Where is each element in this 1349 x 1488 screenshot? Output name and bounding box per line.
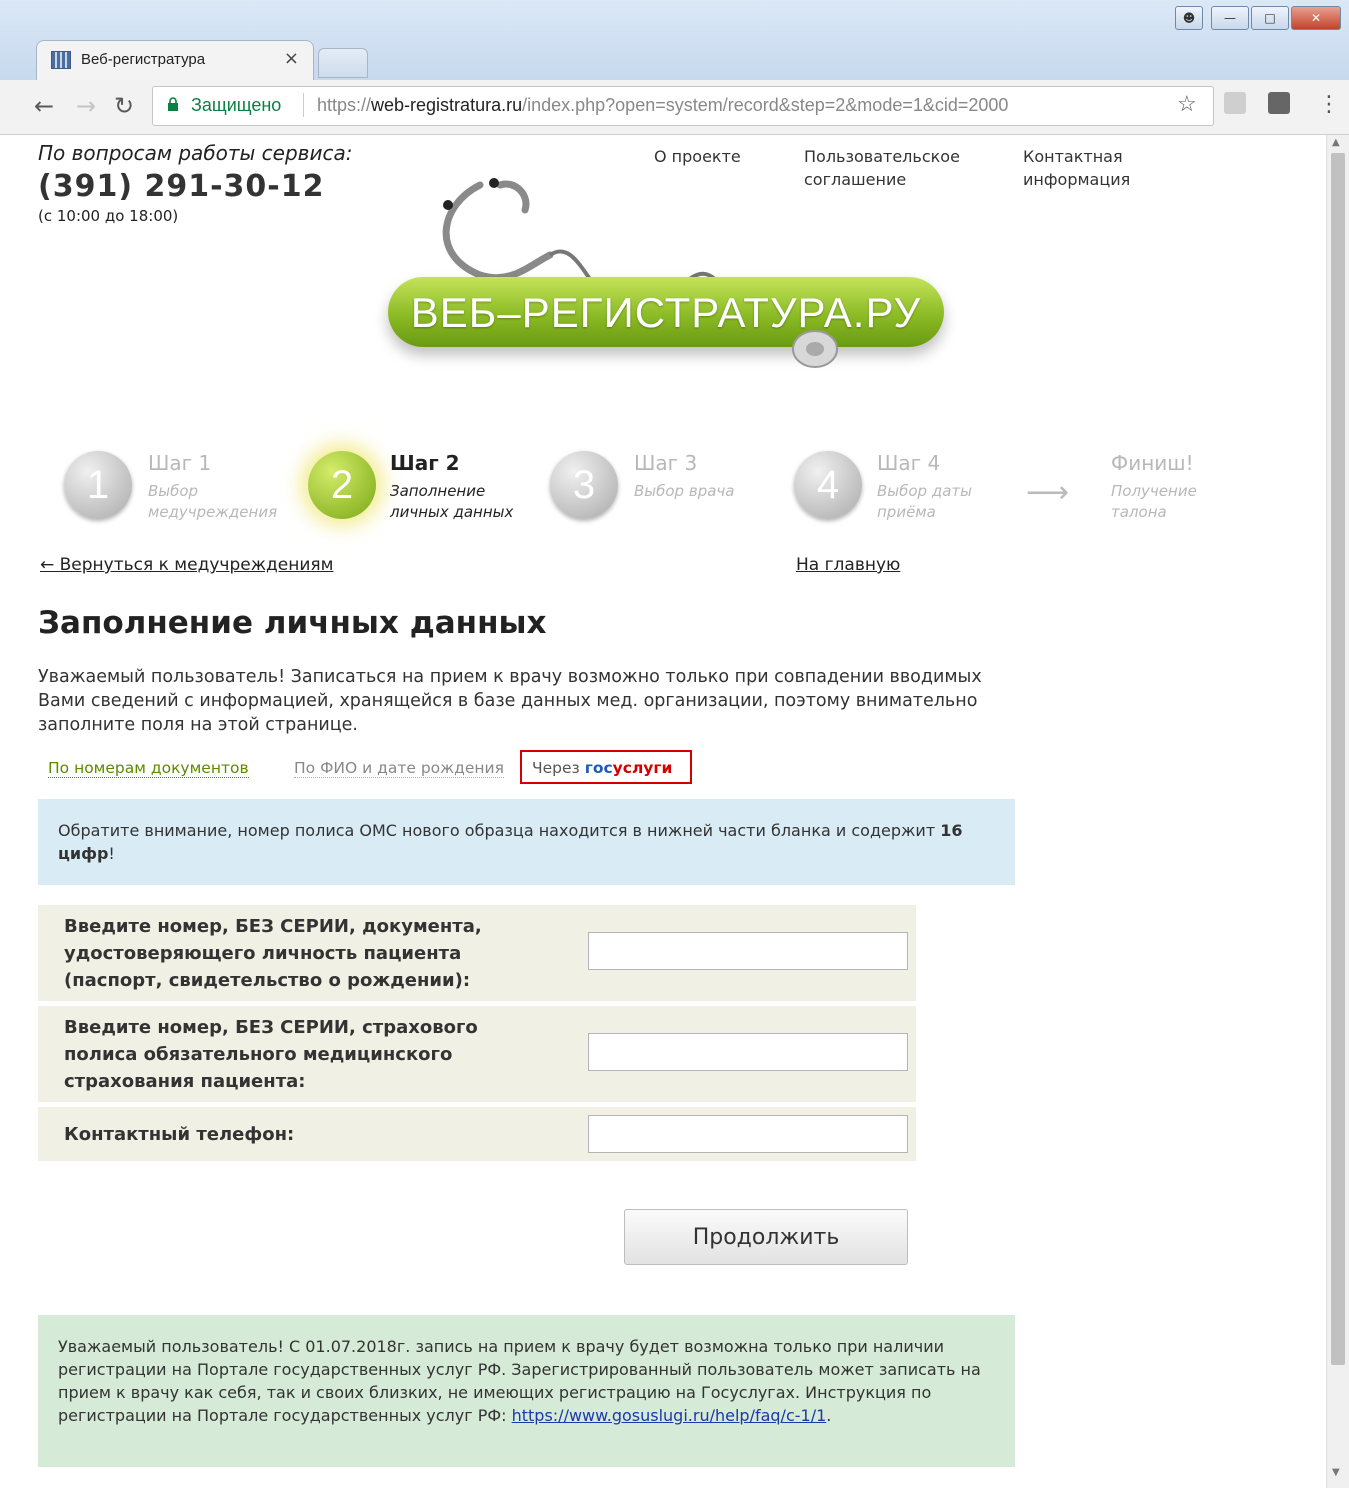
- scroll-thumb[interactable]: [1331, 153, 1345, 1365]
- reload-icon[interactable]: ↻: [114, 92, 134, 120]
- close-window-button[interactable]: ✕: [1291, 6, 1341, 30]
- tab-close-icon[interactable]: ×: [284, 48, 299, 69]
- oms-number-label: Введите номер, БЕЗ СЕРИИ, страхового пол…: [64, 1017, 478, 1092]
- finish-subtitle: Получение талона: [1111, 482, 1197, 521]
- oms-number-input[interactable]: [588, 1033, 908, 1071]
- support-label: По вопросам работы сервиса:: [38, 141, 353, 165]
- support-phone: (391) 291-30-12: [38, 169, 325, 204]
- back-arrow-icon[interactable]: ←: [34, 92, 54, 120]
- tab-title: Веб-регистратура: [81, 51, 206, 68]
- tab-via-gosuslugi[interactable]: Через госуслуги: [520, 750, 692, 784]
- lock-icon: [168, 97, 178, 111]
- form-row-phone: Контактный телефон:: [38, 1107, 916, 1161]
- step-4-subtitle: Выбор даты приёма: [877, 482, 972, 521]
- forward-arrow-icon[interactable]: →: [76, 92, 96, 120]
- form-row-document: Введите номер, БЕЗ СЕРИИ, документа, удо…: [38, 905, 916, 1001]
- window-controls: ☻ — □ ✕: [1175, 6, 1341, 30]
- gosuslugi-help-link[interactable]: https://www.gosuslugi.ru/help/faq/c-1/1: [512, 1406, 827, 1425]
- phone-label: Контактный телефон:: [64, 1124, 295, 1145]
- finish-arrow-icon: ⟶: [1026, 475, 1070, 510]
- home-link[interactable]: На главную: [796, 555, 900, 575]
- step-4-title: Шаг 4: [877, 451, 941, 475]
- new-tab-button[interactable]: [318, 48, 368, 78]
- browser-tab[interactable]: Веб-регистратура ×: [36, 40, 314, 81]
- browser-menu-icon[interactable]: ⋮: [1318, 92, 1340, 117]
- url-text[interactable]: https://web-registratura.ru/index.php?op…: [317, 95, 1008, 116]
- url-host: web-registratura.ru: [371, 95, 523, 115]
- bookmark-star-icon[interactable]: ☆: [1177, 91, 1197, 117]
- step-2-title: Шаг 2: [390, 451, 460, 475]
- document-number-input[interactable]: [588, 932, 908, 970]
- step-4: 4: [794, 451, 862, 519]
- intro-text: Уважаемый пользователь! Записаться на пр…: [38, 667, 982, 735]
- step-1: 1: [64, 451, 132, 519]
- support-hours: (с 10:00 до 18:00): [38, 207, 179, 225]
- page-content: По вопросам работы сервиса: (391) 291-30…: [0, 135, 1326, 1488]
- step-2-subtitle: Заполнение личных данных: [390, 482, 514, 521]
- gosuslugi-notice: Уважаемый пользователь! С 01.07.2018г. з…: [38, 1315, 1015, 1467]
- url-scheme: https://: [317, 95, 372, 115]
- stethoscope-chestpiece-icon: [792, 330, 838, 368]
- address-bar[interactable]: Защищено https://web-registratura.ru/ind…: [152, 86, 1214, 126]
- oms-notice: Обратите внимание, номер полиса ОМС ново…: [38, 799, 1015, 885]
- address-separator: [303, 93, 304, 117]
- step-3: 3: [550, 451, 618, 519]
- step-1-circle: 1: [64, 451, 132, 519]
- page-title: Заполнение личных данных: [38, 605, 547, 641]
- url-path: /index.php?open=system/record&step=2&mod…: [522, 95, 1009, 115]
- oms-notice-text: Обратите внимание, номер полиса ОМС ново…: [58, 821, 941, 840]
- site-favicon-icon: [51, 51, 71, 69]
- scroll-up-arrow-icon[interactable]: ▲: [1332, 137, 1340, 148]
- minimize-button[interactable]: —: [1211, 6, 1249, 30]
- step-3-title: Шаг 3: [634, 451, 698, 475]
- step-3-subtitle: Выбор врача: [634, 482, 735, 500]
- continue-button[interactable]: Продолжить: [624, 1209, 908, 1265]
- back-to-clinics-link[interactable]: ← Вернуться к медучреждениям: [40, 555, 333, 575]
- profile-icon[interactable]: ☻: [1175, 6, 1203, 30]
- nav-contacts[interactable]: Контактная информация: [1023, 145, 1153, 191]
- gos-tab-blue: гос: [584, 759, 613, 777]
- pdf-extension-icon[interactable]: [1224, 92, 1246, 114]
- tab-by-documents[interactable]: По номерам документов: [48, 759, 249, 778]
- scroll-down-arrow-icon[interactable]: ▼: [1332, 1467, 1340, 1478]
- browser-toolbar: ← → ↻ Защищено https://web-registratura.…: [0, 80, 1349, 135]
- secure-label: Защищено: [191, 95, 282, 115]
- oms-notice-end: !: [108, 844, 115, 863]
- document-number-label: Введите номер, БЕЗ СЕРИИ, документа, удо…: [64, 916, 482, 991]
- maximize-button[interactable]: □: [1251, 6, 1289, 30]
- gos-tab-prefix: Через: [532, 759, 585, 777]
- gosuslugi-notice-end: .: [826, 1406, 832, 1425]
- step-3-circle: 3: [550, 451, 618, 519]
- phone-input[interactable]: [588, 1115, 908, 1153]
- logo-text: ВЕБ–РЕГИСТРАТУРА.РУ: [410, 289, 922, 336]
- tab-by-name-birthdate[interactable]: По ФИО и дате рождения: [294, 759, 504, 778]
- step-4-circle: 4: [794, 451, 862, 519]
- step-1-title: Шаг 1: [148, 451, 212, 475]
- extension-icon[interactable]: [1268, 92, 1290, 114]
- gos-tab-red: услуги: [612, 759, 673, 777]
- window-titlebar: ☻ — □ ✕ Веб-регистратура ×: [0, 0, 1349, 81]
- finish-title: Финиш!: [1111, 451, 1194, 475]
- step-2-circle: 2: [308, 451, 376, 519]
- site-logo[interactable]: ВЕБ–РЕГИСТРАТУРА.РУ: [388, 277, 944, 347]
- page-scrollbar[interactable]: ▲ ▼: [1326, 135, 1349, 1488]
- step-1-subtitle: Выбор медучреждения: [148, 482, 278, 521]
- form-row-oms: Введите номер, БЕЗ СЕРИИ, страхового пол…: [38, 1006, 916, 1102]
- step-2: 2: [308, 451, 376, 519]
